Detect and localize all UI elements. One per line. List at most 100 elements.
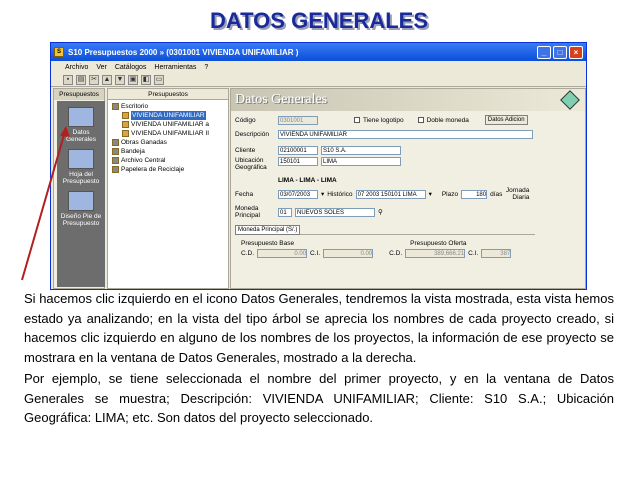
folder-icon [112, 166, 119, 173]
oferta-ci-label: C.I. [468, 249, 479, 257]
app-window: S S10 Presupuestos 2000 » (0301001 VIVIE… [50, 42, 587, 290]
base-cd-label: C.D. [241, 249, 254, 257]
tree-node-label: Obras Ganadas [121, 139, 167, 146]
tiene-logotipo-checkbox[interactable] [354, 117, 360, 123]
sidebar-item-datos-generales[interactable]: Datos Generales [57, 107, 105, 143]
project-icon [122, 121, 129, 128]
moneda-label: Moneda Principal [235, 205, 260, 219]
plazo-label: Plazo [441, 190, 459, 198]
close-button[interactable]: × [569, 45, 583, 59]
app-icon: S [54, 47, 64, 57]
toolbar: ▪ ▤ ✂ ▲ ▼ ▣ ◧ ▭ [51, 73, 586, 87]
tree-node-label: Archivo Central [121, 157, 166, 164]
menubar: Archivo Ver Catálogos Herramientas ? [51, 61, 586, 73]
cliente-label: Cliente [235, 146, 256, 154]
jornada-label: Jornada Diaria [505, 187, 530, 201]
tree-node[interactable]: VIVIENDA UNIFAMILIAR a [112, 120, 228, 129]
tree-node[interactable]: Escritorio [112, 102, 228, 111]
print-icon[interactable]: ▤ [76, 74, 86, 85]
ubicacion-name-field[interactable]: LIMA [321, 157, 401, 166]
folder-icon [112, 139, 119, 146]
folder-icon [112, 148, 119, 155]
tiene-logotipo-label: Tiene logotipo [363, 116, 404, 124]
datos-adicionales-button[interactable]: Datos Adicion [484, 115, 528, 125]
maximize-button[interactable]: □ [553, 45, 567, 59]
menu-help[interactable]: ? [204, 64, 208, 71]
cut-icon[interactable]: ✂ [89, 74, 99, 85]
plazo-field[interactable]: 180 [461, 189, 488, 199]
ubicacion-label: Ubicación Geográfica [235, 157, 267, 171]
open-folder-icon[interactable]: ▭ [154, 74, 164, 85]
tree-header: Presupuestos [108, 89, 228, 100]
project-tree: Presupuestos Escritorio VIVIENDA UNIFAMIL… [107, 88, 229, 289]
tree-node[interactable]: VIVIENDA UNIFAMILIAR II [112, 129, 228, 138]
binoculars-icon[interactable]: ⚲ [378, 208, 383, 216]
tree-node-label: VIVIENDA UNIFAMILIAR a [131, 121, 210, 128]
presupuesto-base-label: Presupuesto Base [241, 239, 295, 247]
menu-archivo[interactable]: Archivo [65, 64, 88, 71]
tree-node[interactable]: Papelera de Reciclaje [112, 165, 228, 174]
dias-label: días [490, 190, 503, 198]
tree-node[interactable]: Obras Ganadas [112, 138, 228, 147]
datos-generales-panel: Datos Generales Código 0301001 Tiene log… [230, 88, 586, 289]
base-ci-label: C.I. [310, 249, 321, 257]
base-ci-field: 0.00 [323, 248, 374, 258]
descripcion-field[interactable]: VIVIENDA UNIFAMILIAR [278, 129, 533, 139]
menu-catalogos[interactable]: Catálogos [115, 64, 147, 71]
sidebar-header: Presupuestos [54, 89, 104, 100]
codigo-label: Código [235, 116, 256, 124]
tree-node[interactable]: VIVIENDA UNIFAMILIAR [112, 111, 228, 120]
historico-field[interactable]: 07 2003 150101 LIMA [355, 189, 426, 199]
chevron-down-icon[interactable]: ▾ [429, 190, 432, 198]
ubicacion-full-text: LIMA - LIMA - LIMA [278, 176, 337, 184]
cliente-name-field[interactable]: S10 S.A. [321, 145, 401, 155]
oferta-cd-label: C.D. [389, 249, 403, 257]
slide-title: DATOS GENERALES [210, 8, 428, 33]
explanation-text: Si hacemos clic izquierdo en el icono Da… [24, 289, 614, 430]
arrow-down-icon[interactable]: ▼ [115, 74, 125, 85]
menu-herramientas[interactable]: Herramientas [154, 64, 196, 71]
presupuesto-oferta-label: Presupuesto Oferta [410, 239, 467, 247]
moneda-name-field[interactable]: NUEVOS SOLES [295, 207, 375, 217]
sidebar-item-hoja-presupuesto[interactable]: Hoja del Presupuesto [57, 149, 105, 185]
ubicacion-code-field[interactable]: 150101 [278, 157, 318, 166]
hoja-presupuesto-icon [68, 149, 94, 169]
fecha-label: Fecha [235, 190, 254, 198]
arrow-up-icon[interactable]: ▲ [102, 74, 112, 85]
cliente-code-field[interactable]: 02100001 [278, 145, 318, 155]
descripcion-label: Descripción [235, 130, 269, 138]
window-title: S10 Presupuestos 2000 » (0301001 VIVIEND… [68, 47, 299, 57]
save-icon[interactable]: ▪ [63, 74, 73, 85]
tree-node-label: VIVIENDA UNIFAMILIAR [131, 111, 206, 120]
tree-node-label: Papelera de Reciclaje [121, 166, 185, 173]
panel-title: Datos Generales [231, 89, 585, 111]
historico-label: Histórico [327, 190, 353, 198]
folder-icon [112, 157, 119, 164]
oferta-ci-field: 387 [481, 248, 512, 258]
moneda-code-field[interactable]: 01 [278, 207, 292, 217]
tree-node-label: Escritorio [121, 103, 149, 110]
codigo-field[interactable]: 0301001 [278, 115, 318, 125]
fecha-field[interactable]: 03/07/2003 [278, 189, 318, 199]
tree-node-label: VIVIENDA UNIFAMILIAR II [131, 130, 210, 137]
sidebar-item-diseno-pie[interactable]: Diseño Pie de Presupuesto [57, 191, 105, 227]
doble-moneda-label: Doble moneda [426, 116, 469, 124]
doble-moneda-checkbox[interactable] [417, 117, 424, 123]
paragraph-1: Si hacemos clic izquierdo en el icono Da… [24, 291, 614, 365]
folder-icon [112, 103, 119, 110]
tree-node[interactable]: Archivo Central [112, 156, 228, 165]
oferta-cd-field: 389,666.21 [405, 248, 466, 258]
base-cd-field: 0.00 [257, 248, 307, 258]
project-icon [122, 112, 129, 119]
tool-icon[interactable]: ◧ [141, 74, 151, 85]
view-icon[interactable]: ▣ [128, 74, 138, 85]
diseno-pie-icon [68, 191, 94, 211]
menu-ver[interactable]: Ver [96, 64, 107, 71]
tab-moneda-principal[interactable]: Moneda Principal (S/.) [235, 224, 301, 235]
chevron-down-icon[interactable]: ▾ [321, 190, 324, 198]
minimize-button[interactable]: _ [537, 45, 551, 59]
window-titlebar[interactable]: S S10 Presupuestos 2000 » (0301001 VIVIE… [51, 43, 586, 61]
tree-node[interactable]: Bandeja [112, 147, 228, 156]
tree-node-label: Bandeja [121, 148, 145, 155]
project-icon [122, 130, 129, 137]
